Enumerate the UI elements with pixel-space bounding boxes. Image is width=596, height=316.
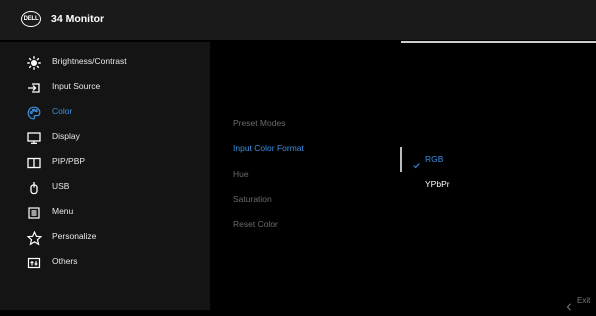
- star-icon: [26, 230, 42, 246]
- others-icon: [26, 255, 42, 271]
- monitor-osd: DELL 34 Monitor Brightness/Contrast Inpu…: [0, 0, 596, 311]
- menu-item-usb[interactable]: USB: [0, 177, 210, 199]
- menu-item-label: Personalize: [52, 231, 97, 241]
- checkmark-icon: [413, 156, 420, 174]
- menu-item-label: Brightness/Contrast: [52, 56, 127, 66]
- menu-item-pip-pbp[interactable]: PIP/PBP: [0, 152, 210, 174]
- submenu-reset-color[interactable]: Reset Color: [233, 219, 278, 229]
- osd-header: DELL 34 Monitor: [0, 0, 596, 40]
- input-source-icon: [26, 80, 42, 96]
- menu-item-color[interactable]: Color: [0, 102, 210, 124]
- menu-item-menu[interactable]: Menu: [0, 202, 210, 224]
- menu-icon: [26, 205, 42, 221]
- dell-logo: DELL: [21, 11, 41, 27]
- logo-text: DELL: [23, 16, 39, 22]
- submenu-hue[interactable]: Hue: [233, 169, 249, 179]
- submenu-input-color-format[interactable]: Input Color Format: [233, 143, 304, 153]
- menu-item-label: USB: [52, 181, 70, 191]
- menu-item-personalize[interactable]: Personalize: [0, 227, 210, 249]
- exit-label: Exit: [577, 296, 591, 305]
- menu-item-brightness-contrast[interactable]: Brightness/Contrast: [0, 52, 210, 74]
- chevron-left-icon: [566, 298, 572, 316]
- menu-item-label: Color: [52, 106, 73, 116]
- usb-icon: [26, 180, 42, 196]
- menu-item-label: PIP/PBP: [52, 156, 86, 166]
- color-palette-icon: [26, 105, 42, 121]
- display-icon: [26, 130, 42, 146]
- brightness-icon: [26, 55, 42, 71]
- menu-item-label: Input Source: [52, 81, 101, 91]
- menu-item-others[interactable]: Others: [0, 252, 210, 274]
- pip-pbp-icon: [26, 155, 42, 171]
- option-rgb[interactable]: RGB: [425, 154, 443, 164]
- menu-item-label: Display: [52, 131, 80, 141]
- submenu-saturation[interactable]: Saturation: [233, 194, 272, 204]
- selection-indicator: [400, 147, 402, 172]
- option-ypbpr[interactable]: YPbPr: [425, 179, 450, 189]
- menu-item-display[interactable]: Display: [0, 127, 210, 149]
- menu-item-input-source[interactable]: Input Source: [0, 77, 210, 99]
- monitor-title: 34 Monitor: [51, 13, 105, 25]
- submenu-preset-modes[interactable]: Preset Modes: [233, 118, 285, 128]
- menu-item-label: Menu: [52, 206, 74, 216]
- header-divider: [401, 41, 596, 43]
- menu-item-label: Others: [52, 256, 78, 266]
